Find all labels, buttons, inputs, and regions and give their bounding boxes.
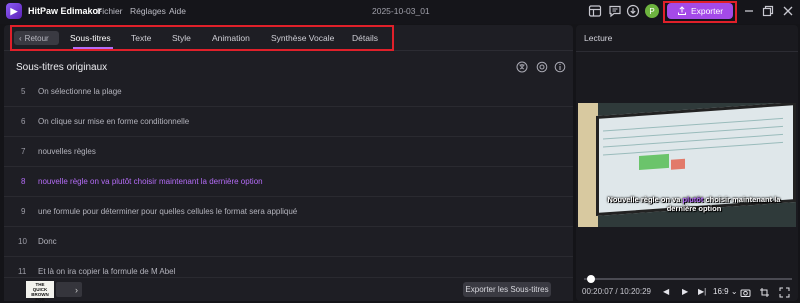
progress-handle[interactable]: [586, 275, 595, 283]
current-time: 00:20:07: [582, 287, 614, 296]
export-button[interactable]: Exporter: [667, 3, 733, 19]
subtitle-row-active[interactable]: 8 nouvelle règle on va plutôt choisir ma…: [4, 167, 573, 197]
subtitle-footer: THE QUICK BROWN FOX › Exporter les Sous-…: [4, 277, 573, 302]
row-text[interactable]: On sélectionne la plage: [38, 87, 122, 96]
crop-icon[interactable]: [759, 287, 770, 298]
subtitle-panel: ‹ Retour Sous-titres Texte Style Animati…: [4, 25, 573, 302]
translate-icon[interactable]: [516, 61, 528, 73]
minimize-icon[interactable]: [742, 4, 756, 18]
play-icon[interactable]: ▶: [682, 287, 688, 296]
layout-icon[interactable]: [588, 4, 602, 18]
feedback-icon[interactable]: [608, 4, 622, 18]
row-number: 7: [21, 147, 26, 156]
video-caption: Nouvelle règle on va plutôt choisir main…: [594, 195, 794, 213]
menu-fichier[interactable]: Fichier: [97, 6, 123, 16]
settings-icon[interactable]: [536, 61, 548, 73]
row-number: 5: [21, 87, 26, 96]
row-text[interactable]: On clique sur mise en forme conditionnel…: [38, 117, 189, 126]
section-title: Sous-titres originaux: [16, 62, 108, 73]
title-bar: ▶ HitPaw Edimakor Fichier Réglages Aide …: [0, 0, 800, 24]
fullscreen-icon[interactable]: [779, 287, 790, 298]
row-text[interactable]: nouvelle règle on va plutôt choisir main…: [38, 177, 263, 186]
download-icon[interactable]: [626, 4, 640, 18]
subtitle-row[interactable]: 9 une formule pour déterminer pour quell…: [4, 197, 573, 227]
user-avatar[interactable]: P: [645, 4, 659, 18]
aspect-ratio-value: 16:9: [713, 287, 729, 296]
total-time: 10:20:29: [619, 287, 651, 296]
subtitle-style-thumbnail[interactable]: THE QUICK BROWN FOX: [26, 281, 54, 302]
export-label: Exporter: [690, 6, 724, 16]
chevron-right-icon[interactable]: ›: [56, 282, 82, 297]
row-number: 10: [18, 237, 27, 246]
progress-bar[interactable]: [584, 278, 792, 280]
next-frame-icon[interactable]: ▶|: [698, 287, 706, 296]
time-separator: /: [615, 287, 618, 296]
preview-panel: Lecture Nouvelle règle on va plutôt choi…: [576, 25, 798, 301]
row-number: 11: [18, 267, 27, 276]
row-text[interactable]: Donc: [38, 237, 57, 246]
info-icon[interactable]: [554, 61, 566, 73]
menu-aide[interactable]: Aide: [169, 6, 186, 16]
aspect-ratio-select[interactable]: 16:9 ⌄: [713, 287, 738, 296]
document-title: 2025-10-03_01: [372, 6, 430, 16]
subtitle-row[interactable]: 7 nouvelles règles: [4, 137, 573, 167]
close-icon[interactable]: [781, 4, 795, 18]
row-number: 8: [21, 177, 26, 186]
tabs-highlight: [10, 25, 394, 51]
row-number: 6: [21, 117, 26, 126]
row-number: 9: [21, 207, 26, 216]
subtitle-row[interactable]: 10 Donc: [4, 227, 573, 257]
chevron-down-icon: ⌄: [730, 287, 738, 296]
subtitle-row[interactable]: 6 On clique sur mise en forme conditionn…: [4, 107, 573, 137]
menu-reglages[interactable]: Réglages: [130, 6, 166, 16]
upload-icon: [677, 6, 686, 15]
camera-icon[interactable]: [740, 287, 751, 298]
export-subtitles-button[interactable]: Exporter les Sous-titres: [463, 282, 551, 297]
video-preview[interactable]: Nouvelle règle on va plutôt choisir main…: [578, 103, 796, 227]
app-logo-icon: ▶: [6, 3, 22, 19]
prev-frame-icon[interactable]: ◀: [663, 287, 669, 296]
thumb-line: BROWN FOX: [31, 292, 49, 302]
caption-highlight: plutôt: [682, 195, 704, 204]
subtitle-row[interactable]: 5 On sélectionne la plage: [4, 77, 573, 107]
divider: [576, 51, 798, 52]
time-readout: 00:20:07 / 10:20:29: [582, 287, 651, 296]
tab-bar: ‹ Retour Sous-titres Texte Style Animati…: [4, 25, 573, 51]
caption-text: Nouvelle règle on va: [607, 195, 683, 204]
app-title: HitPaw Edimakor: [28, 6, 102, 16]
preview-title: Lecture: [584, 33, 613, 43]
row-text[interactable]: Et là on ira copier la formule de M Abel: [38, 267, 175, 276]
row-text[interactable]: une formule pour déterminer pour quelles…: [38, 207, 297, 216]
restore-icon[interactable]: [761, 4, 775, 18]
row-text[interactable]: nouvelles règles: [38, 147, 96, 156]
